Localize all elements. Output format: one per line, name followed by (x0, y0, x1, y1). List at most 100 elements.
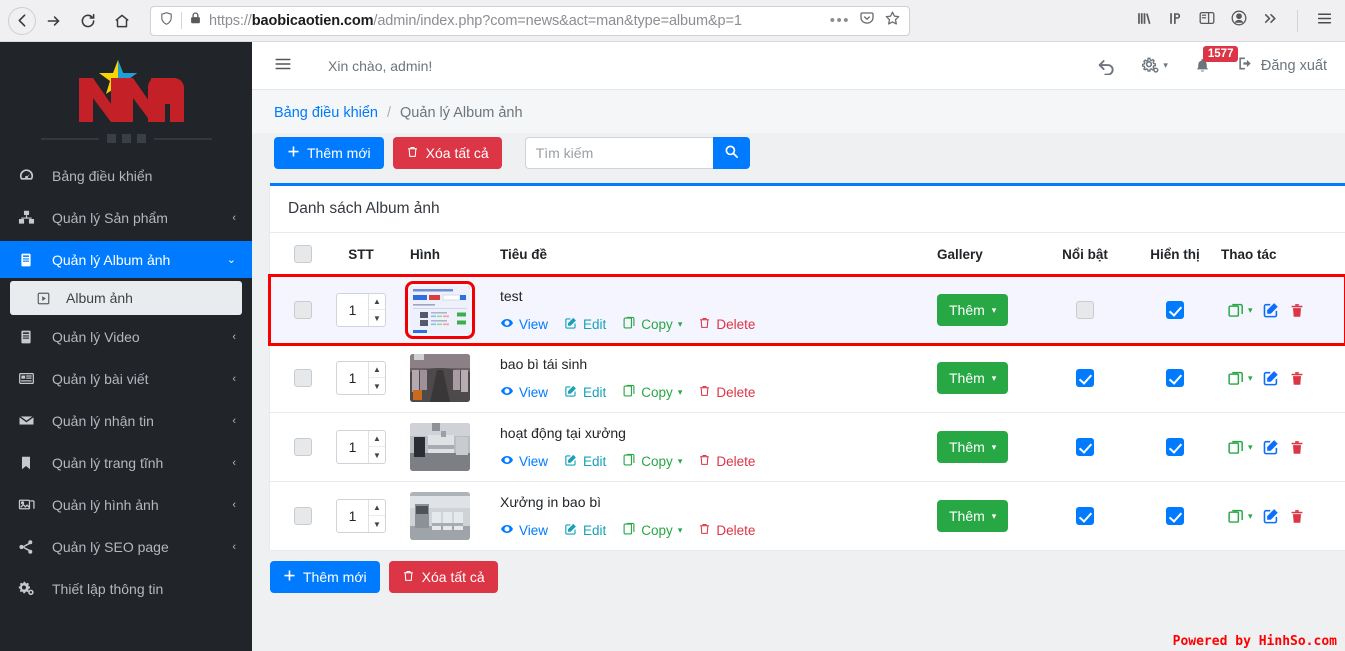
sidebar-icon[interactable] (1198, 9, 1216, 32)
gallery-add-button[interactable]: Thêm ▾ (937, 294, 1009, 326)
row-checkbox[interactable] (294, 369, 312, 388)
table-row[interactable]: 1 ▲ ▼ (268, 273, 1345, 346)
row-checkbox[interactable] (294, 301, 312, 320)
settings-dropdown[interactable]: ▾ (1142, 57, 1168, 75)
sidebar-item-seo[interactable]: Quản lý SEO page ‹ (0, 528, 252, 565)
copy-stack-icon[interactable]: ▾ (1227, 369, 1253, 387)
edit-link[interactable]: Edit (564, 522, 606, 539)
delete-link[interactable]: Delete (698, 453, 755, 470)
edit-pencil-icon[interactable] (1262, 438, 1280, 456)
stepper-up-icon[interactable]: ▲ (369, 431, 385, 447)
visible-checkbox[interactable] (1166, 369, 1184, 388)
featured-checkbox[interactable] (1076, 301, 1094, 320)
trash-red-icon[interactable] (1289, 439, 1305, 456)
stepper-down-icon[interactable]: ▼ (369, 447, 385, 463)
table-row[interactable]: 1 ▲ ▼ (270, 481, 1345, 551)
trash-red-icon[interactable] (1289, 508, 1305, 525)
search-input[interactable] (524, 137, 713, 169)
stepper-arrows[interactable]: ▲ ▼ (368, 294, 385, 326)
footer-add-new-button[interactable]: Thêm mới (270, 561, 380, 593)
home-icon[interactable] (106, 5, 138, 37)
featured-checkbox[interactable] (1076, 369, 1094, 388)
copy-stack-icon[interactable]: ▾ (1227, 507, 1253, 525)
edit-pencil-icon[interactable] (1262, 301, 1280, 319)
sidebar-item-album-anh[interactable]: Album ảnh (10, 281, 242, 315)
delete-link[interactable]: Delete (698, 316, 755, 333)
chevron-double-right-icon[interactable] (1262, 10, 1279, 32)
order-stepper[interactable]: 1 ▲ ▼ (336, 361, 386, 395)
copy-link[interactable]: Copy ▾ (622, 522, 682, 539)
copy-link[interactable]: Copy ▾ (622, 316, 682, 333)
featured-checkbox[interactable] (1076, 438, 1094, 457)
hamburger-menu-icon[interactable] (1316, 10, 1333, 32)
edit-pencil-icon[interactable] (1262, 369, 1280, 387)
ellipsis-icon[interactable]: ••• (830, 13, 850, 28)
sidebar-item-static-pages[interactable]: Quản lý trang tĩnh ‹ (0, 444, 252, 481)
sidebar-item-products[interactable]: Quản lý Sản phẩm ‹ (0, 199, 252, 236)
sidebar-item-images[interactable]: Quản lý hình ảnh ‹ (0, 486, 252, 523)
table-row[interactable]: 1 ▲ ▼ (270, 412, 1345, 482)
copy-link[interactable]: Copy ▾ (622, 453, 682, 470)
table-row[interactable]: 1 ▲ ▼ (270, 344, 1345, 413)
view-link[interactable]: View (500, 384, 548, 401)
back-arrow-icon[interactable] (8, 6, 36, 35)
hamburger-menu-icon[interactable] (274, 55, 292, 76)
star-icon[interactable] (884, 10, 901, 32)
sidebar-item-album-management[interactable]: Quản lý Album ảnh ⌄ (0, 241, 252, 278)
edit-link[interactable]: Edit (564, 384, 606, 401)
row-thumbnail[interactable] (410, 354, 470, 402)
stepper-arrows[interactable]: ▲ ▼ (368, 500, 385, 532)
stepper-down-icon[interactable]: ▼ (369, 310, 385, 326)
stepper-up-icon[interactable]: ▲ (369, 362, 385, 378)
row-thumbnail[interactable] (410, 423, 470, 471)
edit-link[interactable]: Edit (564, 316, 606, 333)
featured-checkbox[interactable] (1076, 507, 1094, 526)
address-bar[interactable]: https://baobicaotien.com/admin/index.php… (150, 5, 910, 36)
reload-icon[interactable] (72, 5, 104, 37)
copy-stack-icon[interactable]: ▾ (1227, 301, 1253, 319)
delete-all-button[interactable]: Xóa tất cả (392, 137, 502, 169)
library-icon[interactable] (1136, 10, 1153, 32)
notifications-button[interactable]: 1577 (1194, 45, 1239, 75)
gallery-add-button[interactable]: Thêm ▾ (937, 431, 1009, 463)
edit-link[interactable]: Edit (564, 453, 606, 470)
stepper-up-icon[interactable]: ▲ (369, 500, 385, 516)
copy-stack-icon[interactable]: ▾ (1227, 438, 1253, 456)
delete-link[interactable]: Delete (698, 384, 755, 401)
row-checkbox[interactable] (294, 507, 312, 526)
delete-link[interactable]: Delete (698, 522, 755, 539)
pocket-icon[interactable] (859, 10, 875, 31)
undo-arrow-icon[interactable] (1097, 56, 1116, 75)
copy-link[interactable]: Copy ▾ (622, 384, 682, 401)
breadcrumb-home-link[interactable]: Bảng điều khiển (274, 105, 378, 121)
sidebar-item-settings[interactable]: Thiết lập thông tin (0, 570, 252, 607)
forward-arrow-icon[interactable] (38, 5, 70, 37)
view-link[interactable]: View (500, 316, 548, 333)
stepper-arrows[interactable]: ▲ ▼ (368, 431, 385, 463)
stepper-down-icon[interactable]: ▼ (369, 516, 385, 532)
sidebar-item-newsletter[interactable]: Quản lý nhận tin ‹ (0, 402, 252, 439)
view-link[interactable]: View (500, 522, 548, 539)
search-button[interactable] (712, 137, 750, 169)
row-thumbnail[interactable] (405, 281, 475, 339)
sidebar-item-articles[interactable]: Quản lý bài viết ‹ (0, 360, 252, 397)
order-stepper[interactable]: 1 ▲ ▼ (336, 293, 386, 327)
row-thumbnail[interactable] (410, 492, 470, 540)
add-new-button[interactable]: Thêm mới (274, 137, 384, 169)
edit-pencil-icon[interactable] (1262, 507, 1280, 525)
ip-icon[interactable] (1167, 10, 1184, 32)
visible-checkbox[interactable] (1166, 301, 1184, 320)
select-all-checkbox[interactable] (294, 245, 312, 263)
stepper-down-icon[interactable]: ▼ (369, 378, 385, 394)
row-checkbox[interactable] (294, 438, 312, 457)
trash-red-icon[interactable] (1289, 370, 1305, 387)
logout-button[interactable]: Đăng xuất (1237, 55, 1327, 76)
sidebar-item-video[interactable]: Quản lý Video ‹ (0, 318, 252, 355)
order-stepper[interactable]: 1 ▲ ▼ (336, 430, 386, 464)
stepper-up-icon[interactable]: ▲ (369, 294, 385, 310)
view-link[interactable]: View (500, 453, 548, 470)
gallery-add-button[interactable]: Thêm ▾ (937, 500, 1009, 532)
footer-delete-all-button[interactable]: Xóa tất cả (388, 561, 498, 593)
visible-checkbox[interactable] (1166, 438, 1184, 457)
brand-logo[interactable] (0, 42, 252, 142)
